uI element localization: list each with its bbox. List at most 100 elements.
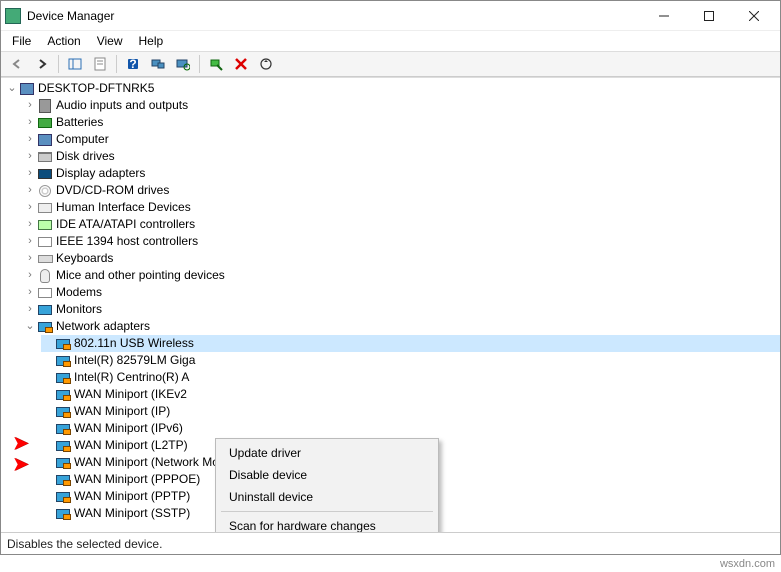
tree-category[interactable]: › Monitors [23,301,780,318]
device-label: WAN Miniport (IKEv2 [74,386,187,403]
back-arrow-icon[interactable] [5,53,29,75]
category-label: Batteries [56,114,103,131]
category-label: Audio inputs and outputs [56,97,188,114]
network-adapter-icon [55,472,71,488]
close-button[interactable] [731,2,776,30]
network-adapter-icon [55,455,71,471]
chevron-right-icon[interactable]: › [23,131,37,148]
tree-category[interactable]: › Computer [23,131,780,148]
devices-icon[interactable] [146,53,170,75]
tree-device[interactable]: Intel(R) Centrino(R) A [41,369,780,386]
tree-category[interactable]: › IDE ATA/ATAPI controllers [23,216,780,233]
chevron-right-icon[interactable]: › [23,216,37,233]
category-label: Keyboards [56,250,113,267]
chevron-right-icon[interactable]: › [23,250,37,267]
chevron-down-icon[interactable]: ⌄ [23,318,37,335]
tree-category[interactable]: › IEEE 1394 host controllers [23,233,780,250]
svg-text:?: ? [129,57,136,71]
tree-category[interactable]: › Batteries [23,114,780,131]
mouse-icon [37,268,53,284]
device-label: Intel(R) Centrino(R) A [74,369,189,386]
menubar: File Action View Help [1,31,780,51]
maximize-button[interactable] [686,2,731,30]
battery-icon [37,115,53,131]
minimize-button[interactable] [641,2,686,30]
device-label: WAN Miniport (SSTP) [74,505,190,522]
device-label: WAN Miniport (IP) [74,403,170,420]
titlebar: Device Manager [1,1,780,31]
statusbar: Disables the selected device. [1,532,780,554]
device-manager-window: Device Manager File Action View Help ? ⌄ [0,0,781,555]
category-label: Network adapters [56,318,150,335]
ctx-disable-device[interactable]: Disable device [219,464,435,486]
chevron-right-icon[interactable]: › [23,267,37,284]
chevron-right-icon[interactable]: › [23,114,37,131]
category-label: Monitors [56,301,102,318]
uninstall-icon[interactable] [229,53,253,75]
network-adapter-icon [55,336,71,352]
show-all-icon[interactable] [63,53,87,75]
chevron-right-icon[interactable]: › [23,182,37,199]
category-label: Mice and other pointing devices [56,267,225,284]
network-adapter-icon [55,438,71,454]
tree-device[interactable]: WAN Miniport (IP) [41,403,780,420]
chevron-right-icon[interactable]: › [23,148,37,165]
network-adapter-icon [55,506,71,522]
computer-icon [19,81,35,97]
category-label: Modems [56,284,102,301]
category-label: Disk drives [56,148,115,165]
network-adapter-icon [55,387,71,403]
enable-device-icon[interactable] [204,53,228,75]
tree-device[interactable]: 802.11n USB Wireless [41,335,780,352]
tree-category[interactable]: › Display adapters [23,165,780,182]
1394-icon [37,234,53,250]
app-icon [5,8,21,24]
device-label: WAN Miniport (L2TP) [74,437,188,454]
tree-category[interactable]: › Mice and other pointing devices [23,267,780,284]
tree-category[interactable]: › Human Interface Devices [23,199,780,216]
properties-sheet-icon[interactable] [88,53,112,75]
monitor-icon [37,302,53,318]
help-icon[interactable]: ? [121,53,145,75]
tree-device[interactable]: WAN Miniport (IPv6) [41,420,780,437]
ctx-uninstall-device[interactable]: Uninstall device [219,486,435,508]
tree-category-network[interactable]: ⌄ Network adapters [23,318,780,335]
network-adapter-icon [55,370,71,386]
scan-hardware-icon[interactable] [171,53,195,75]
menu-help[interactable]: Help [132,32,171,50]
network-adapter-icon [55,489,71,505]
tree-category[interactable]: › DVD/CD-ROM drives [23,182,780,199]
network-adapter-icon [55,353,71,369]
tree-device[interactable]: WAN Miniport (IKEv2 [41,386,780,403]
forward-arrow-icon[interactable] [30,53,54,75]
tree-root[interactable]: ⌄ DESKTOP-DFTNRK5 [5,80,780,97]
menu-file[interactable]: File [5,32,38,50]
menu-action[interactable]: Action [40,32,87,50]
chevron-right-icon[interactable]: › [23,199,37,216]
category-label: Human Interface Devices [56,199,191,216]
chevron-right-icon[interactable]: › [23,301,37,318]
tree-category[interactable]: › Disk drives [23,148,780,165]
chevron-right-icon[interactable]: › [23,165,37,182]
toolbar: ? [1,51,780,77]
category-label: IEEE 1394 host controllers [56,233,198,250]
drive-icon [37,149,53,165]
tree-category[interactable]: › Keyboards [23,250,780,267]
chevron-right-icon[interactable]: › [23,284,37,301]
chevron-right-icon[interactable]: › [23,233,37,250]
category-label: IDE ATA/ATAPI controllers [56,216,195,233]
expander-icon[interactable]: ⌄ [5,80,19,97]
ctx-scan-hardware[interactable]: Scan for hardware changes [219,515,435,532]
tree-device[interactable]: Intel(R) 82579LM Giga [41,352,780,369]
chevron-right-icon[interactable]: › [23,97,37,114]
category-label: Computer [56,131,109,148]
ctx-update-driver[interactable]: Update driver [219,442,435,464]
update-driver-icon[interactable] [254,53,278,75]
tree-category[interactable]: › Modems [23,284,780,301]
display-icon [37,166,53,182]
menu-view[interactable]: View [90,32,130,50]
device-label: Intel(R) 82579LM Giga [74,352,195,369]
context-menu: Update driver Disable device Uninstall d… [215,438,439,532]
device-label: WAN Miniport (PPTP) [74,488,190,505]
tree-category[interactable]: › Audio inputs and outputs [23,97,780,114]
